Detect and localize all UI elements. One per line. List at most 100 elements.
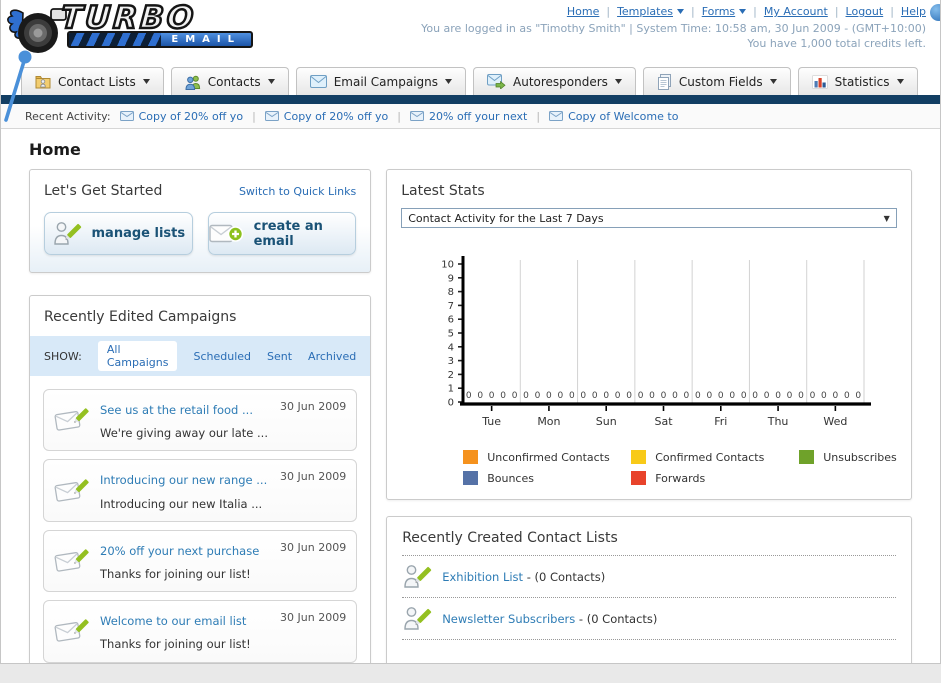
- latest-stats-title: Latest Stats: [401, 183, 485, 199]
- legend-label: Confirmed Contacts: [655, 450, 765, 464]
- tab-label: Custom Fields: [678, 74, 763, 89]
- svg-text:0: 0: [558, 391, 564, 401]
- legend-label: Bounces: [487, 471, 534, 485]
- recent-activity-link[interactable]: Copy of 20% off yo: [119, 110, 243, 123]
- right-column: Latest Stats Contact Activity for the La…: [386, 169, 912, 663]
- separator: |: [834, 5, 839, 18]
- legend-label: Unconfirmed Contacts: [487, 450, 610, 464]
- tab-contact-lists[interactable]: Contact Lists: [21, 67, 164, 95]
- logo-subtitle: EMAIL: [171, 33, 241, 45]
- legend-item: Confirmed Contacts: [631, 450, 799, 464]
- get-started-panel: Let's Get Started Switch to Quick Links …: [29, 169, 372, 273]
- svg-text:2: 2: [448, 370, 454, 381]
- contact-list-link[interactable]: Exhibition List: [442, 570, 523, 584]
- people-icon: [185, 74, 201, 90]
- person-pencil-icon: [402, 605, 432, 632]
- filter-scheduled[interactable]: Scheduled: [193, 350, 251, 363]
- contact-list-link[interactable]: Newsletter Subscribers: [442, 612, 575, 626]
- top-link-forms[interactable]: Forms: [702, 5, 747, 18]
- speedometer-pin-icon: [1, 48, 37, 128]
- legend-swatch: [799, 450, 815, 464]
- top-link-logout[interactable]: Logout: [846, 5, 884, 18]
- svg-text:0: 0: [798, 391, 804, 401]
- campaign-text: 20% off your next purchase Thanks for joi…: [100, 538, 270, 584]
- svg-text:10: 10: [441, 260, 454, 271]
- top-link-my-account[interactable]: My Account: [764, 5, 828, 18]
- help-bubble-icon[interactable]: [930, 4, 940, 21]
- campaign-row[interactable]: Introducing our new range ... Introducing…: [43, 459, 358, 522]
- campaign-title-link[interactable]: Introducing our new range ...: [100, 473, 267, 487]
- logo-stripes: [69, 33, 161, 46]
- svg-text:0: 0: [856, 391, 862, 401]
- chevron-down-icon: ▼: [883, 213, 890, 223]
- campaign-row[interactable]: 20% off your next purchase Thanks for joi…: [43, 529, 358, 593]
- envelope-pencil-icon: [54, 406, 90, 434]
- recent-activity-link[interactable]: Copy of Welcome to: [549, 110, 678, 123]
- login-info: You are logged in as "Timothy Smith" | S…: [421, 22, 926, 35]
- campaign-row[interactable]: See us at the retail food ... We're givin…: [43, 389, 358, 452]
- svg-text:0: 0: [707, 391, 713, 401]
- svg-text:0: 0: [661, 391, 667, 401]
- legend-item: Forwards: [631, 471, 799, 485]
- svg-text:7: 7: [448, 301, 454, 312]
- top-link-home[interactable]: Home: [567, 5, 599, 18]
- contact-lists-panel: Recently Created Contact Lists Exhibitio…: [386, 516, 912, 663]
- switch-to-quick-links[interactable]: Switch to Quick Links: [239, 185, 356, 198]
- filter-sent[interactable]: Sent: [267, 350, 292, 363]
- campaign-title-link[interactable]: 20% off your next purchase: [100, 544, 259, 558]
- caret-down-dark-icon: [769, 79, 777, 84]
- svg-text:0: 0: [730, 391, 736, 401]
- svg-text:0: 0: [821, 391, 827, 401]
- legend-item: Bounces: [463, 471, 631, 485]
- separator: |: [606, 5, 611, 18]
- tab-statistics[interactable]: Statistics: [797, 67, 918, 95]
- svg-text:9: 9: [448, 273, 454, 284]
- svg-text:0: 0: [833, 391, 839, 401]
- campaign-title-link[interactable]: Welcome to our email list: [100, 614, 246, 628]
- svg-text:0: 0: [581, 391, 587, 401]
- recent-activity-link[interactable]: Copy of 20% off yo: [264, 110, 388, 123]
- tab-contacts[interactable]: Contacts: [170, 67, 289, 95]
- svg-text:0: 0: [512, 391, 518, 401]
- svg-text:0: 0: [523, 391, 529, 401]
- logo-email-bar: EMAIL: [67, 31, 253, 48]
- campaign-date: 30 Jun 2009: [280, 400, 347, 413]
- main-columns: Let's Get Started Switch to Quick Links …: [1, 169, 940, 663]
- recent-activity-label: Recent Activity:: [25, 109, 111, 123]
- filter-all-campaigns[interactable]: All Campaigns: [97, 341, 178, 371]
- campaign-row[interactable]: Welcome to our email list Thanks for join…: [43, 600, 358, 663]
- contact-list-row[interactable]: Newsletter Subscribers - (0 Contacts): [402, 598, 896, 640]
- separator: |: [890, 5, 894, 18]
- tab-email-campaigns[interactable]: Email Campaigns: [295, 67, 466, 95]
- header-right: Home | Templates | Forms | My Account | Logout | H…: [421, 5, 926, 50]
- svg-text:6: 6: [448, 315, 454, 326]
- contact-lists-title: Recently Created Contact Lists: [402, 530, 896, 556]
- stats-period-dropdown[interactable]: Contact Activity for the Last 7 Days ▼: [401, 208, 897, 228]
- campaign-title-link[interactable]: See us at the retail food ...: [100, 403, 253, 417]
- filter-archived[interactable]: Archived: [308, 350, 356, 363]
- recent-activity-text: Copy of Welcome to: [568, 109, 679, 123]
- separator: |: [753, 5, 757, 18]
- tab-custom-fields[interactable]: Custom Fields: [642, 67, 791, 95]
- manage-lists-button[interactable]: manage lists: [44, 212, 193, 255]
- top-link-help[interactable]: Help: [901, 5, 926, 18]
- create-an-email-button[interactable]: create an email: [207, 212, 357, 255]
- campaign-text: Welcome to our email list Thanks for join…: [100, 608, 270, 654]
- svg-text:0: 0: [718, 391, 724, 401]
- svg-text:4: 4: [448, 342, 454, 353]
- contact-list-row[interactable]: Exhibition List - (0 Contacts): [402, 556, 896, 598]
- svg-text:0: 0: [775, 391, 781, 401]
- small-envelope-icon: [264, 111, 279, 121]
- recent-activity-link[interactable]: 20% off your next: [410, 110, 527, 123]
- top-nav: Home | Templates | Forms | My Account | Logout | H…: [421, 5, 926, 18]
- campaigns-title: Recently Edited Campaigns: [44, 309, 237, 325]
- caret-down-dark-icon: [267, 79, 275, 84]
- pages-icon: [657, 73, 672, 90]
- autoresponder-icon: [487, 74, 506, 89]
- latest-stats-panel: Latest Stats Contact Activity for the La…: [386, 169, 912, 500]
- top-link-templates[interactable]: Templates: [617, 5, 684, 18]
- tab-autoresponders[interactable]: Autoresponders: [473, 67, 636, 95]
- svg-text:0: 0: [546, 391, 552, 401]
- svg-text:Fri: Fri: [714, 415, 727, 428]
- svg-text:0: 0: [752, 391, 758, 401]
